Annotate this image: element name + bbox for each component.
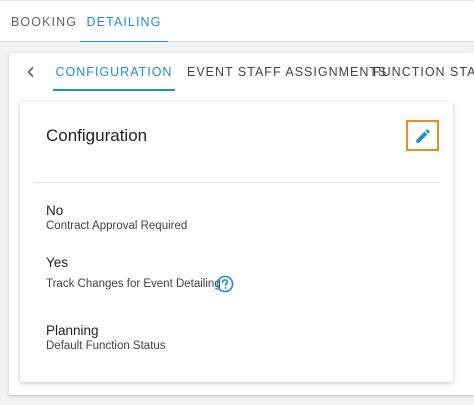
default-function-status-value: Planning [46, 323, 99, 338]
edit-button[interactable] [406, 120, 439, 151]
default-function-status-label: Default Function Status [46, 340, 166, 352]
track-changes-label: Track Changes for Event Detailing [46, 278, 221, 290]
pencil-icon [415, 128, 430, 143]
card-content: Configuration No Contract Approval Requi… [20, 53, 453, 393]
card-divider [33, 182, 440, 183]
top-tab-bar: BOOKING DETAILING [0, 0, 474, 43]
tab-detailing[interactable]: DETAILING [80, 1, 168, 43]
contract-approval-label: Contract Approval Required [46, 220, 188, 232]
contract-approval-value: No [46, 203, 64, 218]
help-circle-icon[interactable] [216, 275, 234, 293]
card-title: Configuration [46, 126, 148, 145]
track-changes-value: Yes [46, 255, 69, 270]
tab-booking[interactable]: BOOKING [11, 1, 77, 42]
